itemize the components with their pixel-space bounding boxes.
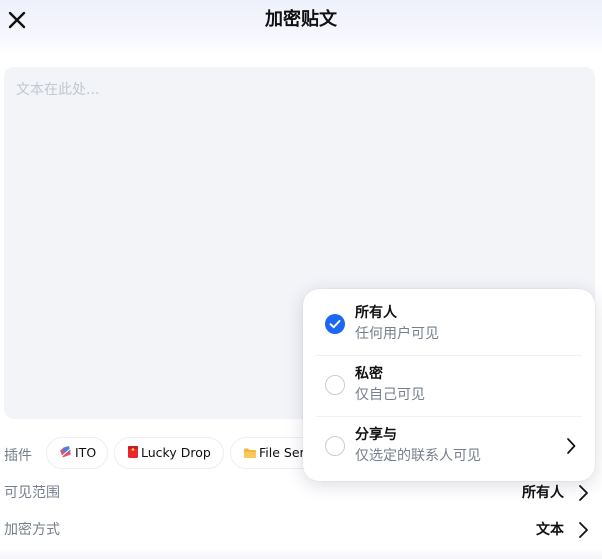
plugin-chip-lucky-drop[interactable]: Lucky Drop [114, 437, 224, 469]
encryption-value: 文本 [536, 522, 564, 538]
option-description: 任何用户可见 [355, 326, 439, 342]
check-icon [329, 320, 341, 329]
chevron-right-icon [567, 438, 576, 454]
encryption-label: 加密方式 [4, 522, 60, 538]
option-description: 仅选定的联系人可见 [355, 448, 481, 464]
option-description: 仅自己可见 [355, 387, 425, 403]
chevron-right-icon [579, 522, 588, 538]
visibility-option-share-with[interactable]: 分享与 仅选定的联系人可见 [316, 416, 582, 475]
bottom-edge [0, 549, 602, 559]
radio-unselected[interactable] [325, 375, 345, 395]
radio-unselected[interactable] [325, 436, 345, 456]
visibility-dropdown: 所有人 任何用户可见 私密 仅自己可见 分享与 仅选定的联系人可见 [303, 289, 595, 481]
plugin-chip-ito[interactable]: ITO [46, 437, 108, 469]
visibility-value: 所有人 [522, 485, 564, 501]
chevron-right-icon [579, 485, 588, 501]
visibility-option-private[interactable]: 私密 仅自己可见 [316, 355, 582, 414]
plugin-chip-label: Lucky Drop [141, 445, 211, 460]
option-title: 所有人 [355, 305, 397, 321]
ito-icon [60, 446, 71, 458]
header: 加密贴文 [0, 0, 602, 56]
lucky-drop-icon [128, 446, 138, 458]
page-title: 加密贴文 [265, 9, 337, 30]
encryption-row[interactable]: 加密方式 文本 [0, 515, 602, 545]
visibility-option-everyone[interactable]: 所有人 任何用户可见 [316, 295, 582, 353]
plugins-label: 插件 [4, 448, 32, 464]
visibility-label: 可见范围 [4, 485, 60, 501]
radio-selected[interactable] [325, 314, 345, 334]
plugin-chip-label: ITO [75, 445, 97, 460]
option-title: 分享与 [355, 427, 397, 443]
option-title: 私密 [355, 366, 383, 382]
plugin-chip-label: File Ser [259, 445, 305, 460]
visibility-row[interactable]: 可见范围 所有人 [0, 478, 602, 508]
folder-icon [244, 448, 256, 458]
